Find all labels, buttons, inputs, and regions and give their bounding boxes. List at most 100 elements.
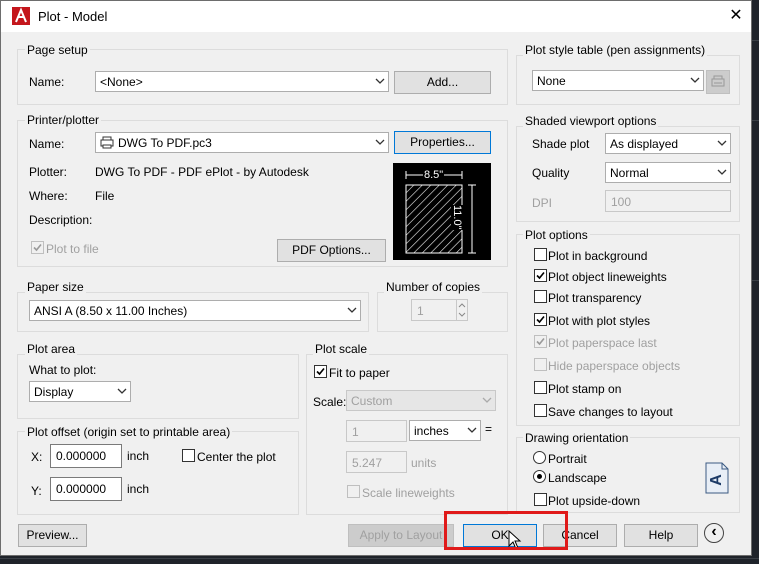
scale-select[interactable]: Custom <box>346 390 496 411</box>
plotter-label: Plotter: <box>29 165 68 179</box>
scale-value-inches-input[interactable]: 1 <box>346 420 407 442</box>
window-title: Plot - Model <box>38 9 108 24</box>
chevron-down-icon <box>717 169 727 175</box>
plot-option-label: Plot object lineweights <box>548 270 667 284</box>
landscape-radio[interactable] <box>533 470 546 483</box>
help-button[interactable]: Help <box>624 524 698 547</box>
x-offset-unit: inch <box>127 449 150 463</box>
plot-option-label: Save changes to layout <box>548 405 673 419</box>
printer-plotter-label: Printer/plotter <box>25 113 102 127</box>
checkmark-icon <box>536 337 545 346</box>
y-offset-input[interactable]: 0.000000 <box>50 477 122 501</box>
plot-to-file-checkbox[interactable] <box>31 241 44 254</box>
edit-plot-style-button[interactable] <box>706 70 730 94</box>
landscape-label: Landscape <box>548 471 607 485</box>
scale-units-label: units <box>411 456 437 470</box>
plot-option-label: Plot in background <box>548 249 648 263</box>
center-plot-checkbox[interactable] <box>182 449 195 462</box>
plot-option-checkbox[interactable] <box>534 404 547 417</box>
landscape-orientation-icon: A <box>705 462 729 494</box>
what-to-plot-label: What to plot: <box>29 363 97 377</box>
portrait-radio[interactable] <box>533 451 546 464</box>
plot-style-table-label: Plot style table (pen assignments) <box>523 43 708 57</box>
scale-lineweights-checkbox[interactable] <box>347 485 360 498</box>
plot-option-label: Plot with plot styles <box>548 314 651 328</box>
checkmark-icon <box>316 367 325 376</box>
preview-button[interactable]: Preview... <box>18 524 87 547</box>
plot-option-label: Plot transparency <box>548 291 642 305</box>
drawing-orientation-label: Drawing orientation <box>523 431 631 445</box>
chevron-down-icon <box>467 427 477 433</box>
what-to-plot-select[interactable]: Display <box>29 381 131 402</box>
copies-label: Number of copies <box>384 280 483 294</box>
page-setup-name-select[interactable]: <None> <box>95 71 389 92</box>
fit-to-paper-label: Fit to paper <box>329 366 390 380</box>
chevron-down-icon <box>690 77 700 83</box>
apply-to-layout-button[interactable]: Apply to Layout <box>348 524 454 547</box>
plotter-icon <box>100 136 114 149</box>
plot-option-checkbox[interactable] <box>534 313 547 326</box>
paper-size-select[interactable]: ANSI A (8.50 x 11.00 Inches) <box>29 300 361 321</box>
scale-unit-select[interactable]: inches <box>409 420 481 441</box>
paper-size-label: Paper size <box>25 280 86 294</box>
preview-width-label: 8.5" <box>423 169 445 181</box>
shaded-viewport-label: Shaded viewport options <box>523 114 659 128</box>
center-plot-label: Center the plot <box>197 450 276 464</box>
y-offset-unit: inch <box>127 482 150 496</box>
collapse-options-icon[interactable]: ‹ <box>704 523 724 543</box>
where-value: File <box>95 189 115 203</box>
plot-option-checkbox[interactable] <box>534 381 547 394</box>
x-offset-label: X: <box>31 450 43 464</box>
plot-to-file-label: Plot to file <box>46 242 99 256</box>
autocad-logo-icon <box>12 7 30 25</box>
pdf-options-button[interactable]: PDF Options... <box>277 239 386 262</box>
ok-highlight-annotation <box>444 511 568 550</box>
plot-option-checkbox[interactable] <box>534 248 547 261</box>
y-offset-label: Y: <box>31 484 42 498</box>
copies-spinner-icon[interactable] <box>456 299 468 321</box>
plot-options-label: Plot options <box>523 228 590 242</box>
quality-select[interactable]: Normal <box>605 162 731 183</box>
printer-properties-button[interactable]: Properties... <box>394 131 491 154</box>
plot-dialog: Plot - Model ✕ Page setup Name: <None> A… <box>0 0 752 556</box>
printer-name-select[interactable]: DWG To PDF.pc3 <box>95 132 389 153</box>
scale-label: Scale: <box>313 395 347 409</box>
plot-option-label: Plot stamp on <box>548 382 622 396</box>
plot-scale-label: Plot scale <box>313 342 370 356</box>
plotter-value: DWG To PDF - PDF ePlot - by Autodesk <box>95 165 309 179</box>
shade-plot-label: Shade plot <box>532 137 590 151</box>
preview-height-label: 11.0" <box>451 205 463 230</box>
dpi-input[interactable]: 100 <box>605 190 731 212</box>
x-offset-input[interactable]: 0.000000 <box>50 444 122 468</box>
chevron-down-icon <box>347 307 357 313</box>
copies-input[interactable]: 1 <box>411 299 457 321</box>
fit-to-paper-checkbox[interactable] <box>314 365 327 378</box>
plot-option-checkbox[interactable] <box>534 290 547 303</box>
plot-style-edit-icon <box>711 75 725 87</box>
page-setup-label: Page setup <box>25 43 90 57</box>
dpi-label: DPI <box>532 196 553 210</box>
where-label: Where: <box>29 189 68 203</box>
plot-option-checkbox[interactable] <box>534 358 547 371</box>
plot-upside-down-checkbox[interactable] <box>534 493 547 506</box>
scale-lineweights-label: Scale lineweights <box>362 486 455 500</box>
quality-label: Quality <box>532 166 570 180</box>
chevron-down-icon <box>375 139 385 145</box>
chevron-down-icon <box>117 388 127 394</box>
scale-equals-sign: = <box>485 422 493 436</box>
portrait-label: Portrait <box>548 452 587 466</box>
plot-area-label: Plot area <box>25 342 78 356</box>
close-icon[interactable]: ✕ <box>725 5 747 27</box>
scale-value-units-input[interactable]: 5.247 <box>346 451 407 473</box>
chevron-down-icon <box>717 140 727 146</box>
plot-option-checkbox[interactable] <box>534 335 547 348</box>
plot-option-checkbox[interactable] <box>534 269 547 282</box>
plot-option-label: Hide paperspace objects <box>548 359 681 373</box>
shade-plot-select[interactable]: As displayed <box>605 133 731 154</box>
add-page-setup-button[interactable]: Add... <box>394 71 491 94</box>
checkmark-icon <box>536 271 545 280</box>
plot-style-table-select[interactable]: None <box>532 70 704 91</box>
plot-offset-label: Plot offset (origin set to printable are… <box>25 425 233 439</box>
printer-name-label: Name: <box>29 137 65 151</box>
page-setup-name-label: Name: <box>29 75 65 89</box>
